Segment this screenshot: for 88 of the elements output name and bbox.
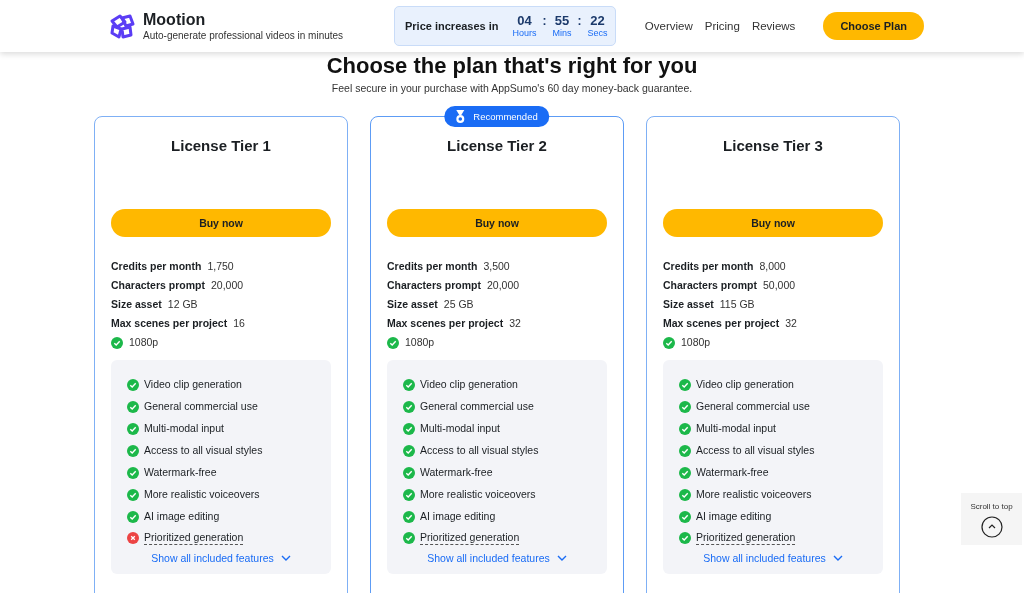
choose-plan-button[interactable]: Choose Plan <box>823 12 924 40</box>
check-icon <box>663 336 675 349</box>
nav-link[interactable]: Overview <box>644 20 693 32</box>
feature-text: Watermark-free <box>696 465 769 480</box>
scroll-to-top-button[interactable]: Scroll to top <box>961 493 1022 545</box>
countdown-unit: Mins <box>552 28 572 39</box>
page-heading: Choose the plan that's right for you <box>326 53 698 79</box>
show-all-features-link[interactable]: Show all included features <box>703 552 843 564</box>
buy-now-button[interactable]: Buy now <box>663 209 883 237</box>
feature-text: Prioritized generation <box>696 531 796 545</box>
show-all-features-link[interactable]: Show all included features <box>427 552 567 564</box>
feature-text: AI image editing <box>696 509 772 524</box>
spec-value: 32 <box>509 316 521 331</box>
plan-title: License Tier 1 <box>170 137 272 155</box>
countdown-unit: Hours <box>512 28 537 39</box>
spec-label: Max scenes per project <box>111 316 228 331</box>
chevron-up-circle-icon <box>980 516 1003 538</box>
nav-link[interactable]: Reviews <box>751 20 796 32</box>
feature-text: Access to all visual styles <box>144 443 263 458</box>
feature-text: Watermark-free <box>420 465 493 480</box>
medal-icon <box>454 109 467 124</box>
spec-label: Credits per month <box>111 259 202 274</box>
spec-label: Credits per month <box>663 259 754 274</box>
feature-text: Multi-modal input <box>420 421 500 436</box>
spec-value: 12 GB <box>167 297 198 312</box>
spec-value: 1,750 <box>207 259 234 274</box>
spec-value: 25 GB <box>443 297 474 312</box>
countdown-value: 22 <box>590 13 605 28</box>
feature-text: Prioritized generation <box>420 531 520 545</box>
spec-label: Characters prompt <box>387 278 481 293</box>
countdown-label: Price increases in <box>405 20 499 32</box>
spec-label: Credits per month <box>387 259 478 274</box>
brand-tagline: Auto-generate professional videos in minutes <box>143 29 344 42</box>
feature-text: Watermark-free <box>144 465 217 480</box>
feature-text: AI image editing <box>144 509 220 524</box>
resolution-label: 1080p <box>405 335 435 350</box>
chevron-down-icon <box>556 555 567 561</box>
feature-text: More realistic voiceovers <box>420 487 536 502</box>
feature-text: More realistic voiceovers <box>144 487 260 502</box>
countdown-separator: : <box>577 14 582 28</box>
feature-text: Video clip generation <box>420 377 518 392</box>
plan-title: License Tier 2 <box>446 137 548 155</box>
countdown-separator: : <box>542 14 547 28</box>
feature-text: General commercial use <box>144 399 258 414</box>
feature-text: Access to all visual styles <box>696 443 815 458</box>
spec-label: Max scenes per project <box>663 316 780 331</box>
show-all-features-link[interactable]: Show all included features <box>151 552 291 564</box>
spec-label: Size asset <box>663 297 714 312</box>
feature-text: AI image editing <box>420 509 496 524</box>
feature-text: Multi-modal input <box>144 421 224 436</box>
spec-value: 20,000 <box>486 278 520 293</box>
spec-value: 16 <box>233 316 245 331</box>
chevron-down-icon <box>280 555 291 561</box>
spec-label: Size asset <box>111 297 162 312</box>
check-icon <box>387 336 399 349</box>
resolution-label: 1080p <box>681 335 711 350</box>
buy-now-button[interactable]: Buy now <box>387 209 607 237</box>
feature-text: General commercial use <box>420 399 534 414</box>
spec-value: 50,000 <box>762 278 796 293</box>
chevron-down-icon <box>832 555 843 561</box>
recommended-badge: Recommended <box>444 106 550 127</box>
spec-value: 20,000 <box>210 278 244 293</box>
spec-label: Characters prompt <box>111 278 205 293</box>
feature-text: More realistic voiceovers <box>696 487 812 502</box>
feature-text: Multi-modal input <box>696 421 776 436</box>
countdown-value: 55 <box>554 13 570 28</box>
countdown-value: 04 <box>517 13 532 28</box>
resolution-label: 1080p <box>129 335 159 350</box>
spec-value: 115 GB <box>719 297 755 312</box>
spec-label: Max scenes per project <box>387 316 504 331</box>
page-subheading: Feel secure in your purchase with AppSumo's 60 day money-back guarantee. <box>331 82 693 94</box>
check-icon <box>111 336 123 349</box>
buy-now-button[interactable]: Buy now <box>111 209 331 237</box>
spec-value: 3,500 <box>483 259 510 274</box>
feature-text: Access to all visual styles <box>420 443 539 458</box>
feature-text: Prioritized generation <box>144 531 244 545</box>
spec-value: 8,000 <box>759 259 786 274</box>
countdown-unit: Secs <box>587 28 608 39</box>
brand-name: Mootion <box>143 10 207 29</box>
feature-text: General commercial use <box>696 399 810 414</box>
spec-label: Size asset <box>387 297 438 312</box>
feature-text: Video clip generation <box>696 377 794 392</box>
spec-value: 32 <box>785 316 797 331</box>
nav-link[interactable]: Pricing <box>704 20 740 32</box>
plan-title: License Tier 3 <box>722 137 824 155</box>
spec-label: Characters prompt <box>663 278 757 293</box>
feature-text: Video clip generation <box>144 377 242 392</box>
logo-icon <box>108 12 136 40</box>
